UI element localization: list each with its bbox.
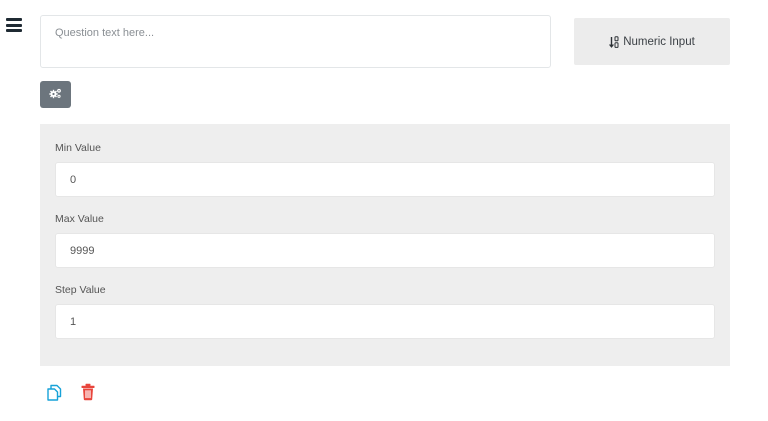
max-value-label: Max Value (55, 213, 104, 225)
copy-icon[interactable] (45, 383, 64, 402)
question-editor: Numeric Input Min Value Ma (0, 0, 768, 421)
min-value-label: Min Value (55, 142, 101, 154)
menu-bar (6, 23, 22, 27)
settings-panel: Min Value Max Value Step Value (40, 124, 730, 366)
max-value-input[interactable] (55, 233, 715, 268)
menu-bar (6, 18, 22, 21)
question-type-button[interactable]: Numeric Input (574, 18, 730, 65)
question-text-input[interactable] (40, 15, 551, 68)
settings-button[interactable] (40, 81, 71, 108)
step-value-input[interactable] (55, 304, 715, 339)
menu-bar (6, 29, 22, 32)
sort-numeric-icon (609, 35, 619, 48)
step-value-label: Step Value (55, 284, 106, 296)
hamburger-menu-icon[interactable] (6, 18, 22, 32)
cogs-icon (49, 87, 62, 102)
question-type-label: Numeric Input (623, 35, 695, 48)
min-value-input[interactable] (55, 162, 715, 197)
trash-icon[interactable] (80, 383, 96, 401)
